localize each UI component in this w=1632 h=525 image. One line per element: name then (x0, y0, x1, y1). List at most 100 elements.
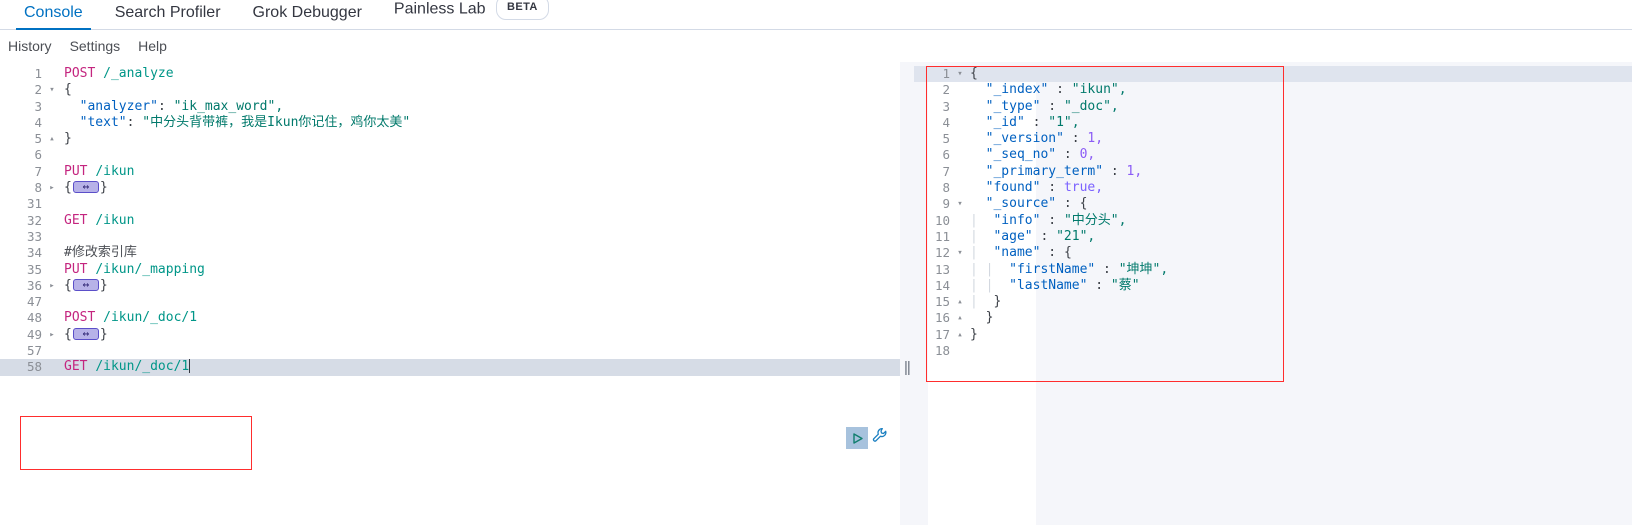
line-content: POST /ikun/_doc/1 (58, 310, 197, 326)
fold-toggle[interactable]: ▸ (46, 278, 58, 294)
response-pane[interactable]: 1 ▾ { 2 "_index" : "ikun", 3 "_type" : "… (914, 62, 1632, 525)
code-line[interactable]: 7 PUT /ikun (0, 164, 900, 180)
line-number: 8 (34, 180, 42, 196)
splitter-grip-icon[interactable]: || (904, 360, 911, 375)
fold-toggle[interactable]: ▴ (954, 310, 966, 326)
code-line[interactable]: 2 "_index" : "ikun", (914, 82, 1632, 98)
code-line[interactable]: 6 "_seq_no" : 0, (914, 147, 1632, 163)
fold-toggle[interactable]: ▸ (46, 327, 58, 343)
code-line[interactable]: 4 "text": "中分头背带裤，我是Ikun你记住，鸡你太美" (0, 115, 900, 131)
code-line[interactable]: 17 ▴ } (914, 327, 1632, 343)
pane-splitter[interactable]: || (900, 62, 914, 525)
code-line[interactable]: 32 GET /ikun (0, 213, 900, 229)
code-line[interactable]: 15 ▴ | } (914, 294, 1632, 310)
request-path: /ikun/_mapping (95, 261, 205, 277)
code-line[interactable]: 5 "_version" : 1, (914, 131, 1632, 147)
line-content: {} (58, 277, 108, 294)
code-line[interactable]: 57 (0, 343, 900, 359)
code-line[interactable]: 9 ▾ "_source" : { (914, 196, 1632, 212)
line-number: 58 (26, 359, 42, 375)
subnav-item-settings[interactable]: Settings (70, 38, 121, 54)
json-key: "_primary_term" (985, 163, 1104, 179)
fold-toggle[interactable]: ▸ (46, 180, 58, 196)
line-number: 4 (942, 114, 950, 130)
code-line[interactable]: 6 (0, 147, 900, 163)
collapsed-block-icon[interactable] (72, 326, 99, 342)
collapsed-block-icon[interactable] (72, 277, 99, 293)
request-options-button[interactable] (872, 427, 889, 449)
run-request-button[interactable] (846, 427, 868, 449)
indent-guide: | | (970, 261, 1002, 277)
fold-toggle[interactable]: ▾ (954, 66, 966, 82)
code-line[interactable]: 14 | | "lastName" : "蔡" (914, 278, 1632, 294)
fold-toggle[interactable]: ▴ (954, 294, 966, 310)
fold-toggle[interactable]: ▴ (954, 327, 966, 343)
line-content: "_id" : "1", (966, 115, 1080, 131)
line-content: GET /ikun (58, 213, 134, 229)
line-content: | | "firstName" : "坤坤", (966, 262, 1168, 278)
tab-search-profiler[interactable]: Search Profiler (99, 4, 237, 29)
fold-toggle[interactable]: ▾ (954, 196, 966, 212)
http-method: POST (64, 310, 96, 326)
line-number: 18 (934, 343, 950, 359)
code-line[interactable]: 3 "_type" : "_doc", (914, 99, 1632, 115)
subnav-item-history[interactable]: History (8, 38, 52, 54)
response-editor[interactable]: 1 ▾ { 2 "_index" : "ikun", 3 "_type" : "… (914, 62, 1632, 359)
code-line[interactable]: 33 (0, 229, 900, 245)
tab-grok-debugger[interactable]: Grok Debugger (237, 4, 378, 29)
line-number: 49 (26, 326, 42, 342)
line-content: | } (966, 294, 1001, 310)
json-value: "中分头背带裤，我是Ikun你记住，鸡你太美" (142, 114, 411, 130)
json-value: 0, (1079, 147, 1096, 163)
json-key: "info" (993, 212, 1041, 228)
line-content: POST /_analyze (58, 66, 174, 82)
code-line[interactable]: 7 "_primary_term" : 1, (914, 164, 1632, 180)
tab-painless-lab-label: Painless Lab (393, 0, 486, 18)
code-line[interactable]: 10 | "info" : "中分头", (914, 213, 1632, 229)
line-number: 17 (934, 326, 950, 342)
code-line[interactable]: 13 | | "firstName" : "坤坤", (914, 262, 1632, 278)
json-value: "1", (1048, 114, 1080, 130)
code-line[interactable]: 8 "found" : true, (914, 180, 1632, 196)
code-line[interactable]: 49 ▸ {} (0, 326, 900, 343)
request-editor-pane[interactable]: 1 POST /_analyze 2 ▾ { 3 "analyzer": "ik… (0, 62, 900, 525)
code-line[interactable]: 2 ▾ { (0, 82, 900, 98)
line-content: PUT /ikun/_mapping (58, 262, 205, 278)
tab-painless-lab[interactable]: Painless Lab BETA (378, 0, 565, 29)
line-number: 4 (34, 114, 42, 130)
code-line[interactable]: 1 POST /_analyze (0, 66, 900, 82)
collapsed-block-icon[interactable] (72, 179, 99, 195)
code-line[interactable]: 1 ▾ { (914, 66, 1632, 83)
json-key: "_type" (985, 98, 1041, 114)
json-sep: : (1063, 131, 1088, 147)
fold-toggle[interactable]: ▴ (46, 131, 58, 147)
request-editor[interactable]: 1 POST /_analyze 2 ▾ { 3 "analyzer": "ik… (0, 62, 900, 376)
code-line-active[interactable]: 58 GET /ikun/_doc/1 (0, 359, 900, 376)
code-line[interactable]: 16 ▴ } (914, 310, 1632, 326)
code-line[interactable]: 11 | "age" : "21", (914, 229, 1632, 245)
code-line[interactable]: 31 (0, 196, 900, 212)
json-value: "_doc", (1063, 98, 1119, 114)
code-line[interactable]: 48 POST /ikun/_doc/1 (0, 310, 900, 326)
code-line[interactable]: 4 "_id" : "1", (914, 115, 1632, 131)
json-key: "_source" (985, 196, 1057, 212)
json-value: 1, (1087, 131, 1104, 147)
line-content-comment: #修改索引库 (64, 245, 137, 261)
json-sep: : (1040, 98, 1064, 114)
code-line[interactable]: 3 "analyzer": "ik_max_word", (0, 99, 900, 115)
json-sep: : (1048, 82, 1072, 98)
fold-toggle[interactable]: ▾ (46, 82, 58, 98)
code-line[interactable]: 5 ▴ } (0, 131, 900, 147)
code-line[interactable]: 47 (0, 294, 900, 310)
code-line[interactable]: 12 ▾ | "name" : { (914, 245, 1632, 261)
code-line[interactable]: 36 ▸ {} (0, 277, 900, 294)
line-number: 35 (26, 261, 42, 277)
code-line[interactable]: 34 #修改索引库 (0, 245, 900, 261)
code-line[interactable]: 35 PUT /ikun/_mapping (0, 262, 900, 278)
indent-guide: | | (970, 277, 1002, 293)
tab-console[interactable]: Console (8, 4, 99, 30)
code-line[interactable]: 18 (914, 343, 1632, 359)
code-line[interactable]: 8 ▸ {} (0, 179, 900, 196)
subnav-item-help[interactable]: Help (138, 38, 167, 54)
fold-toggle[interactable]: ▾ (954, 245, 966, 261)
